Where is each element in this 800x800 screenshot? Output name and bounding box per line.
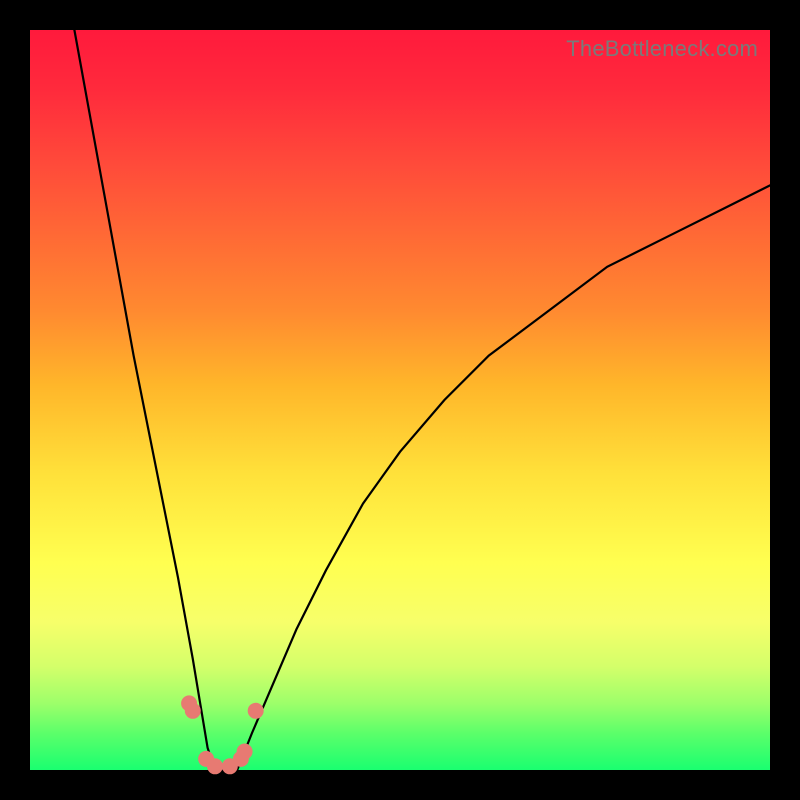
data-marker bbox=[248, 703, 264, 719]
curve-left bbox=[74, 30, 215, 770]
plot-area: TheBottleneck.com bbox=[30, 30, 770, 770]
data-marker bbox=[207, 758, 223, 774]
data-marker bbox=[237, 744, 253, 760]
chart-frame: TheBottleneck.com bbox=[0, 0, 800, 800]
data-marker bbox=[185, 703, 201, 719]
curve-layer bbox=[30, 30, 770, 770]
curve-right bbox=[237, 185, 770, 770]
